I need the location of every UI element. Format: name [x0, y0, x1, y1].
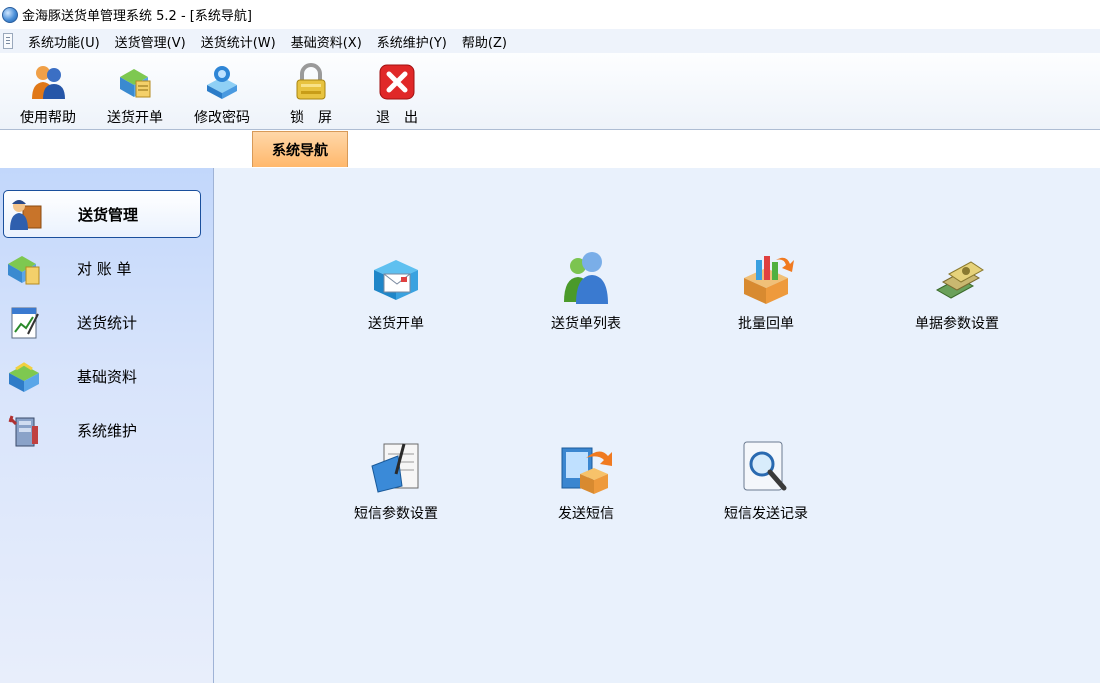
sidebar: 送货管理 对 账 单 送货统计 基础资料 系统维护: [0, 168, 214, 683]
system-maintenance-icon: [8, 415, 38, 447]
sidebar-item-label: 送货统计: [77, 313, 138, 332]
basic-data-icon: [9, 362, 39, 392]
nav-item-label: 送货单列表: [551, 316, 621, 332]
nav-item-label: 批量回单: [738, 316, 794, 332]
lock-icon: [296, 63, 326, 100]
send-sms-icon: [561, 447, 612, 494]
menu-delivery-statistics[interactable]: 送货统计(W): [200, 32, 277, 51]
exit-icon: [379, 64, 415, 100]
change-password-button-label: 修改密码: [194, 110, 250, 126]
title-bar: 金海豚送货单管理系统 5.2 - [系统导航]: [0, 0, 1100, 29]
tab-strip: 系统导航: [0, 130, 1100, 168]
nav-item-document-settings[interactable]: 单据参数设置: [887, 250, 1027, 340]
exit-button-label: 退 出: [376, 110, 418, 126]
menu-system-maintenance[interactable]: 系统维护(Y): [376, 32, 448, 51]
nav-item-delivery-list[interactable]: 送货单列表: [516, 250, 656, 340]
help-button-label: 使用帮助: [20, 110, 76, 126]
delivery-man-icon: [10, 200, 42, 230]
nav-item-label: 单据参数设置: [915, 316, 999, 332]
app-globe-icon: [2, 6, 18, 23]
nav-item-new-delivery[interactable]: 送货开单: [326, 250, 466, 340]
sidebar-item-basic-data[interactable]: 基础资料: [3, 352, 201, 400]
people-list-icon: [564, 252, 608, 304]
document-settings-icon: [935, 261, 984, 299]
envelope-box-icon: [374, 260, 418, 300]
nav-item-sms-settings[interactable]: 短信参数设置: [326, 440, 466, 530]
statistics-icon: [11, 307, 39, 339]
exit-button[interactable]: 退 出: [362, 59, 432, 126]
sidebar-item-label: 系统维护: [77, 421, 138, 440]
menu-bar: 系统功能(U) 送货管理(V) 送货统计(W) 基础资料(X) 系统维护(Y) …: [0, 29, 1100, 54]
sidebar-item-label: 对 账 单: [77, 259, 132, 278]
batch-return-icon: [744, 256, 794, 304]
user-help-icon: [32, 66, 65, 99]
sidebar-item-delivery-management[interactable]: 送货管理: [3, 190, 201, 238]
statement-icon: [8, 256, 40, 285]
sidebar-item-delivery-statistics[interactable]: 送货统计: [3, 298, 201, 346]
menu-system-functions[interactable]: 系统功能(U): [27, 32, 101, 51]
sidebar-item-label: 送货管理: [78, 205, 139, 224]
toolbar: 使用帮助 送货开单 修改密码 锁 屏 退 出: [0, 53, 1100, 130]
new-delivery-button-label: 送货开单: [107, 110, 163, 126]
help-button[interactable]: 使用帮助: [14, 59, 82, 126]
new-delivery-button[interactable]: 送货开单: [100, 59, 170, 126]
menu-basic-data[interactable]: 基础资料(X): [290, 32, 363, 51]
menu-grip-icon: [3, 33, 13, 49]
tab-system-navigation[interactable]: 系统导航: [252, 131, 348, 167]
lock-screen-button[interactable]: 锁 屏: [276, 59, 346, 126]
navigation-panel: 送货开单 送货单列表 批量回单 单据参数设置 短信参数设置 发送短信 短信发送记…: [214, 168, 1100, 683]
sidebar-item-label: 基础资料: [77, 367, 138, 386]
menu-help[interactable]: 帮助(Z): [461, 32, 508, 51]
nav-item-label: 短信发送记录: [724, 506, 808, 522]
sidebar-item-system-maintenance[interactable]: 系统维护: [3, 406, 201, 454]
nav-item-label: 短信参数设置: [354, 506, 438, 522]
nav-item-label: 发送短信: [558, 506, 614, 522]
delivery-order-icon: [120, 69, 151, 98]
window-title: 金海豚送货单管理系统 5.2 - [系统导航]: [22, 9, 252, 24]
sms-log-search-icon: [743, 441, 787, 491]
change-password-button[interactable]: 修改密码: [188, 59, 256, 126]
nav-item-sms-log[interactable]: 短信发送记录: [696, 440, 836, 530]
sms-settings-icon: [371, 443, 419, 493]
lock-screen-button-label: 锁 屏: [290, 110, 332, 126]
nav-item-label: 送货开单: [368, 316, 424, 332]
menu-delivery-management[interactable]: 送货管理(V): [114, 32, 187, 51]
nav-item-send-sms[interactable]: 发送短信: [516, 440, 656, 530]
sidebar-item-statement[interactable]: 对 账 单: [3, 244, 201, 292]
change-password-icon: [207, 66, 237, 99]
nav-item-batch-return[interactable]: 批量回单: [696, 250, 836, 340]
